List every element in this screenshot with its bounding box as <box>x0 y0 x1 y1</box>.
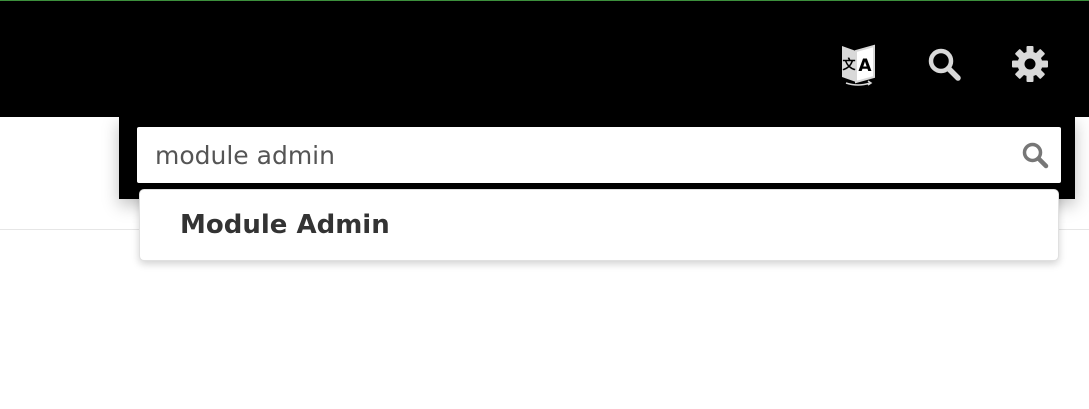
search-field <box>137 127 1061 183</box>
suggestion-item-module-admin[interactable]: Module Admin <box>140 190 1058 260</box>
search-input[interactable] <box>137 127 997 183</box>
svg-text:A: A <box>858 56 872 76</box>
gear-icon[interactable] <box>1008 41 1052 87</box>
translate-icon[interactable]: 文 A <box>836 41 880 87</box>
search-suggestions: Module Admin <box>139 189 1059 261</box>
search-icon[interactable] <box>922 41 966 87</box>
search-icon[interactable] <box>1019 139 1051 171</box>
top-navigation-bar: 文 A <box>0 0 1089 117</box>
svg-text:文: 文 <box>842 57 856 73</box>
page: 文 A module admin Module Admin <box>0 0 1089 409</box>
